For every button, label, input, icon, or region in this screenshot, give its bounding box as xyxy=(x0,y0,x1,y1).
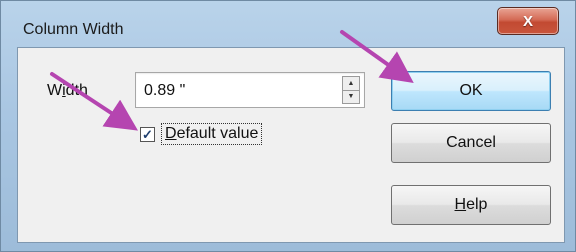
help-button-label: elp xyxy=(466,196,488,213)
column-width-dialog: Column Width X Width 0.89 " ▲ ▼ ✓ Defaul… xyxy=(0,0,576,252)
default-value-label-text: efault value xyxy=(176,125,259,142)
ok-button-label: OK xyxy=(459,82,483,99)
width-input[interactable]: 0.89 " xyxy=(144,82,185,100)
default-value-label[interactable]: Default value xyxy=(161,123,263,145)
ok-button[interactable]: OK xyxy=(391,71,551,111)
width-spin-field[interactable]: 0.89 " ▲ ▼ xyxy=(135,72,365,108)
cancel-button[interactable]: Cancel xyxy=(391,123,551,163)
default-value-checkbox[interactable]: ✓ xyxy=(140,127,155,142)
default-value-mnemonic: D xyxy=(165,125,177,142)
close-button[interactable]: X xyxy=(497,7,559,35)
spin-down-icon[interactable]: ▼ xyxy=(343,90,359,103)
width-label-suffix: dth xyxy=(65,82,88,99)
dialog-title: Column Width xyxy=(23,21,124,38)
width-label-prefix: W xyxy=(47,82,63,99)
width-label: Width xyxy=(47,82,88,100)
cancel-button-label: Cancel xyxy=(446,134,496,151)
checkmark-icon: ✓ xyxy=(142,127,153,142)
spin-buttons: ▲ ▼ xyxy=(342,76,360,104)
close-icon: X xyxy=(522,12,533,30)
help-button-mnemonic: H xyxy=(454,196,467,213)
help-button[interactable]: Help xyxy=(391,185,551,225)
spin-up-icon[interactable]: ▲ xyxy=(343,77,359,91)
